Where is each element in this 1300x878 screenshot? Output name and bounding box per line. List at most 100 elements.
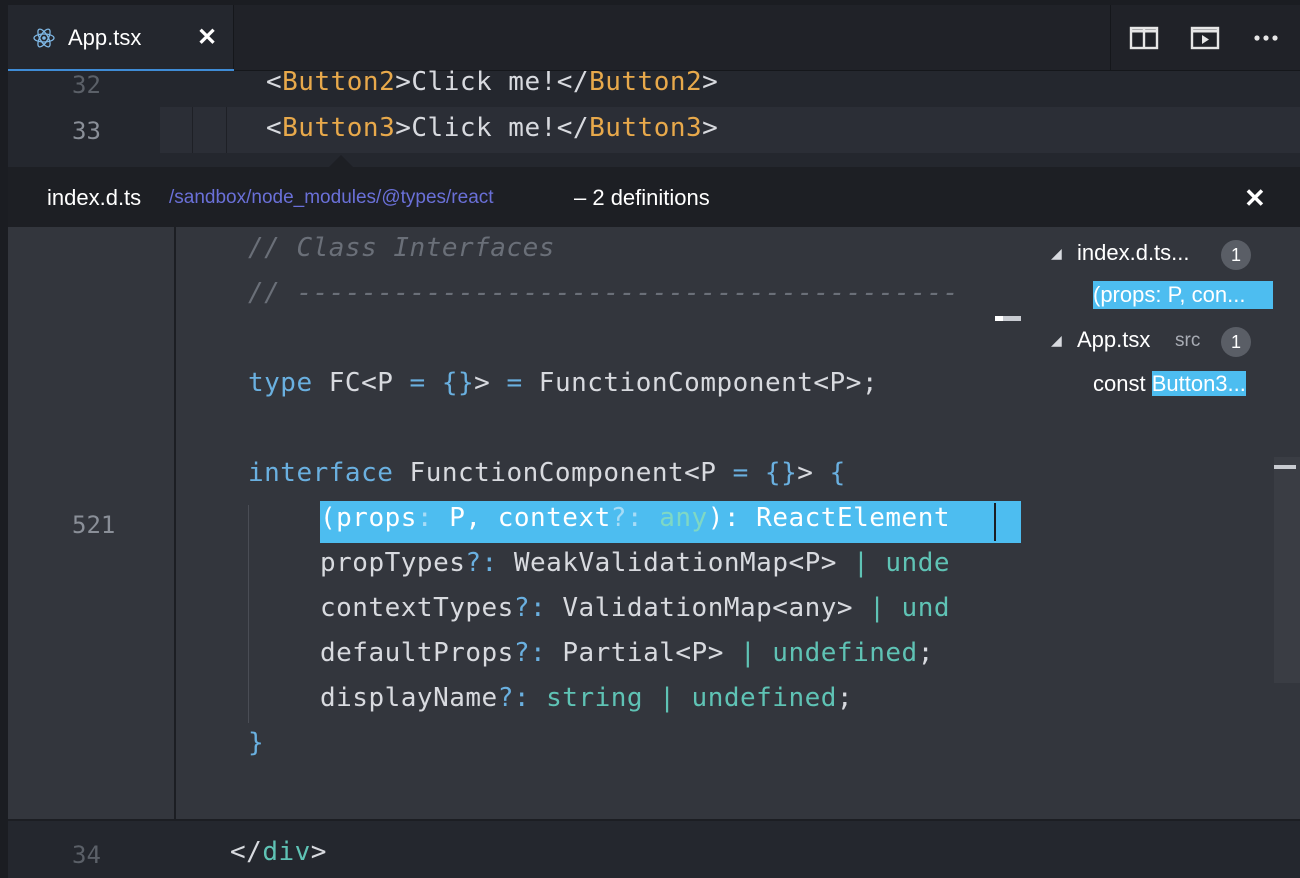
token: = <box>409 368 426 398</box>
token: >Click me!</ <box>395 67 590 97</box>
token: = <box>732 458 749 488</box>
open-preview-icon[interactable] <box>1190 25 1220 51</box>
token: { <box>829 458 846 488</box>
tree-item[interactable]: const Button3... <box>1093 371 1246 397</box>
code-line-521[interactable]: (props: P, context?: any): ReactElement <box>320 503 1022 533</box>
text-cursor <box>994 503 996 541</box>
code-line[interactable]: } <box>248 728 264 758</box>
line-number: 34 <box>72 841 101 869</box>
token: > <box>310 837 327 867</box>
more-actions-icon[interactable] <box>1252 25 1282 51</box>
active-tab-indicator <box>8 69 234 71</box>
overview-ruler-mark <box>995 316 1003 321</box>
token: > <box>474 368 507 398</box>
token: WeakValidationMap<P> <box>513 548 854 578</box>
token: | unde <box>853 548 951 578</box>
token: defaultProps <box>320 638 514 668</box>
token: ?: <box>465 548 514 578</box>
token: | undefined <box>643 683 837 713</box>
token: ValidationMap<any> <box>562 593 870 623</box>
gutter-indicator <box>194 107 227 153</box>
token: > <box>797 458 830 488</box>
code-line[interactable]: propTypes?: WeakValidationMap<P> | unde <box>320 548 1022 578</box>
token: = <box>506 368 523 398</box>
tree-item-match: Button3... <box>1151 371 1246 396</box>
token: ; <box>836 683 854 713</box>
token: displayName <box>320 683 498 713</box>
code-comment: // Class Interfaces <box>248 233 555 263</box>
token: string <box>546 683 644 713</box>
tab-label: App.tsx <box>68 25 142 50</box>
token: >Click me!</ <box>395 113 590 143</box>
tree-item-selected[interactable]: (props: P, con... <box>1093 281 1273 309</box>
token: FunctionComponent<P>; <box>522 368 879 398</box>
code-comment: // -------------------------------------… <box>248 278 959 308</box>
token: < <box>266 67 283 97</box>
token: ): ReactElement <box>707 503 951 533</box>
actions-separator <box>1110 5 1111 70</box>
line-number: 33 <box>72 117 101 145</box>
token: div <box>262 837 311 867</box>
token: ; <box>917 638 934 668</box>
split-editor-icon[interactable] <box>1129 25 1159 51</box>
peek-file-path: /sandbox/node_modules/@types/react <box>169 187 494 208</box>
token: propTypes <box>320 548 466 578</box>
peek-reference-tree: ◢ index.d.ts... 1 (props: P, con... ◢ Ap… <box>1021 227 1275 819</box>
close-icon[interactable]: ✕ <box>1244 183 1266 214</box>
code-line-32[interactable]: <Button2>Click me!</Button2> <box>266 67 718 97</box>
indent-guide <box>248 505 249 723</box>
peek-file-name[interactable]: index.d.ts <box>47 185 141 211</box>
code-line-interface[interactable]: interface FunctionComponent<P = {}> { <box>248 458 846 488</box>
token: P, context <box>449 503 611 533</box>
peek-pointer <box>329 155 353 167</box>
token: FC<P <box>312 368 410 398</box>
peek-definition-count: – 2 definitions <box>574 185 710 210</box>
code-line-type[interactable]: type FC<P = {}> = FunctionComponent<P>; <box>248 368 878 398</box>
token: FunctionComponent<P <box>393 458 733 488</box>
peek-gutter-border <box>174 227 176 819</box>
chevron-down-icon[interactable]: ◢ <box>1051 245 1062 262</box>
code-line[interactable]: displayName?: string | undefined; <box>320 683 853 713</box>
code-line-34[interactable]: </div> <box>230 837 327 867</box>
token: ?: <box>513 593 563 623</box>
react-icon <box>33 28 55 48</box>
token: ?: <box>513 638 563 668</box>
tree-group-label[interactable]: index.d.ts... <box>1077 240 1190 266</box>
token: ?: <box>497 683 547 713</box>
token: interface <box>248 458 394 488</box>
editor-below-peek <box>8 819 1300 878</box>
token: ?: <box>610 503 660 533</box>
editor-window: App.tsx ✕ 32 <Button2>Click me!</Button2… <box>8 5 1300 878</box>
code-line[interactable]: contextTypes?: ValidationMap<any> | und <box>320 593 1022 623</box>
token: type <box>248 368 313 398</box>
token: {} <box>425 368 475 398</box>
token: Button3 <box>589 113 703 143</box>
token: </ <box>230 837 263 867</box>
token: Button3 <box>282 113 396 143</box>
gutter-indicator <box>160 107 193 153</box>
code-line-33[interactable]: <Button3>Click me!</Button3> <box>266 113 718 143</box>
tab-bar: App.tsx ✕ <box>8 5 1300 71</box>
code-line[interactable]: defaultProps?: Partial<P> | undefined; <box>320 638 934 668</box>
token: Button2 <box>282 67 396 97</box>
token: > <box>702 113 719 143</box>
chevron-down-icon[interactable]: ◢ <box>1051 332 1062 349</box>
scrollbar-marker <box>1274 465 1296 469</box>
token: < <box>266 113 283 143</box>
token: | und <box>869 593 951 623</box>
token: Button2 <box>589 67 703 97</box>
token: (props <box>320 503 417 533</box>
close-icon[interactable]: ✕ <box>197 23 217 52</box>
tree-item-text: const <box>1093 371 1152 396</box>
tree-group-folder: src <box>1175 330 1201 351</box>
token: | undefined <box>740 638 918 668</box>
count-badge: 1 <box>1221 240 1251 270</box>
token: Partial<P> <box>562 638 740 668</box>
tree-group-label[interactable]: App.tsx <box>1077 327 1150 353</box>
scrollbar[interactable] <box>1274 457 1300 683</box>
tab-app-tsx[interactable]: App.tsx ✕ <box>8 5 234 71</box>
token: > <box>702 67 719 97</box>
token: any <box>659 503 708 533</box>
token: : <box>416 503 450 533</box>
line-number: 521 <box>72 511 116 539</box>
